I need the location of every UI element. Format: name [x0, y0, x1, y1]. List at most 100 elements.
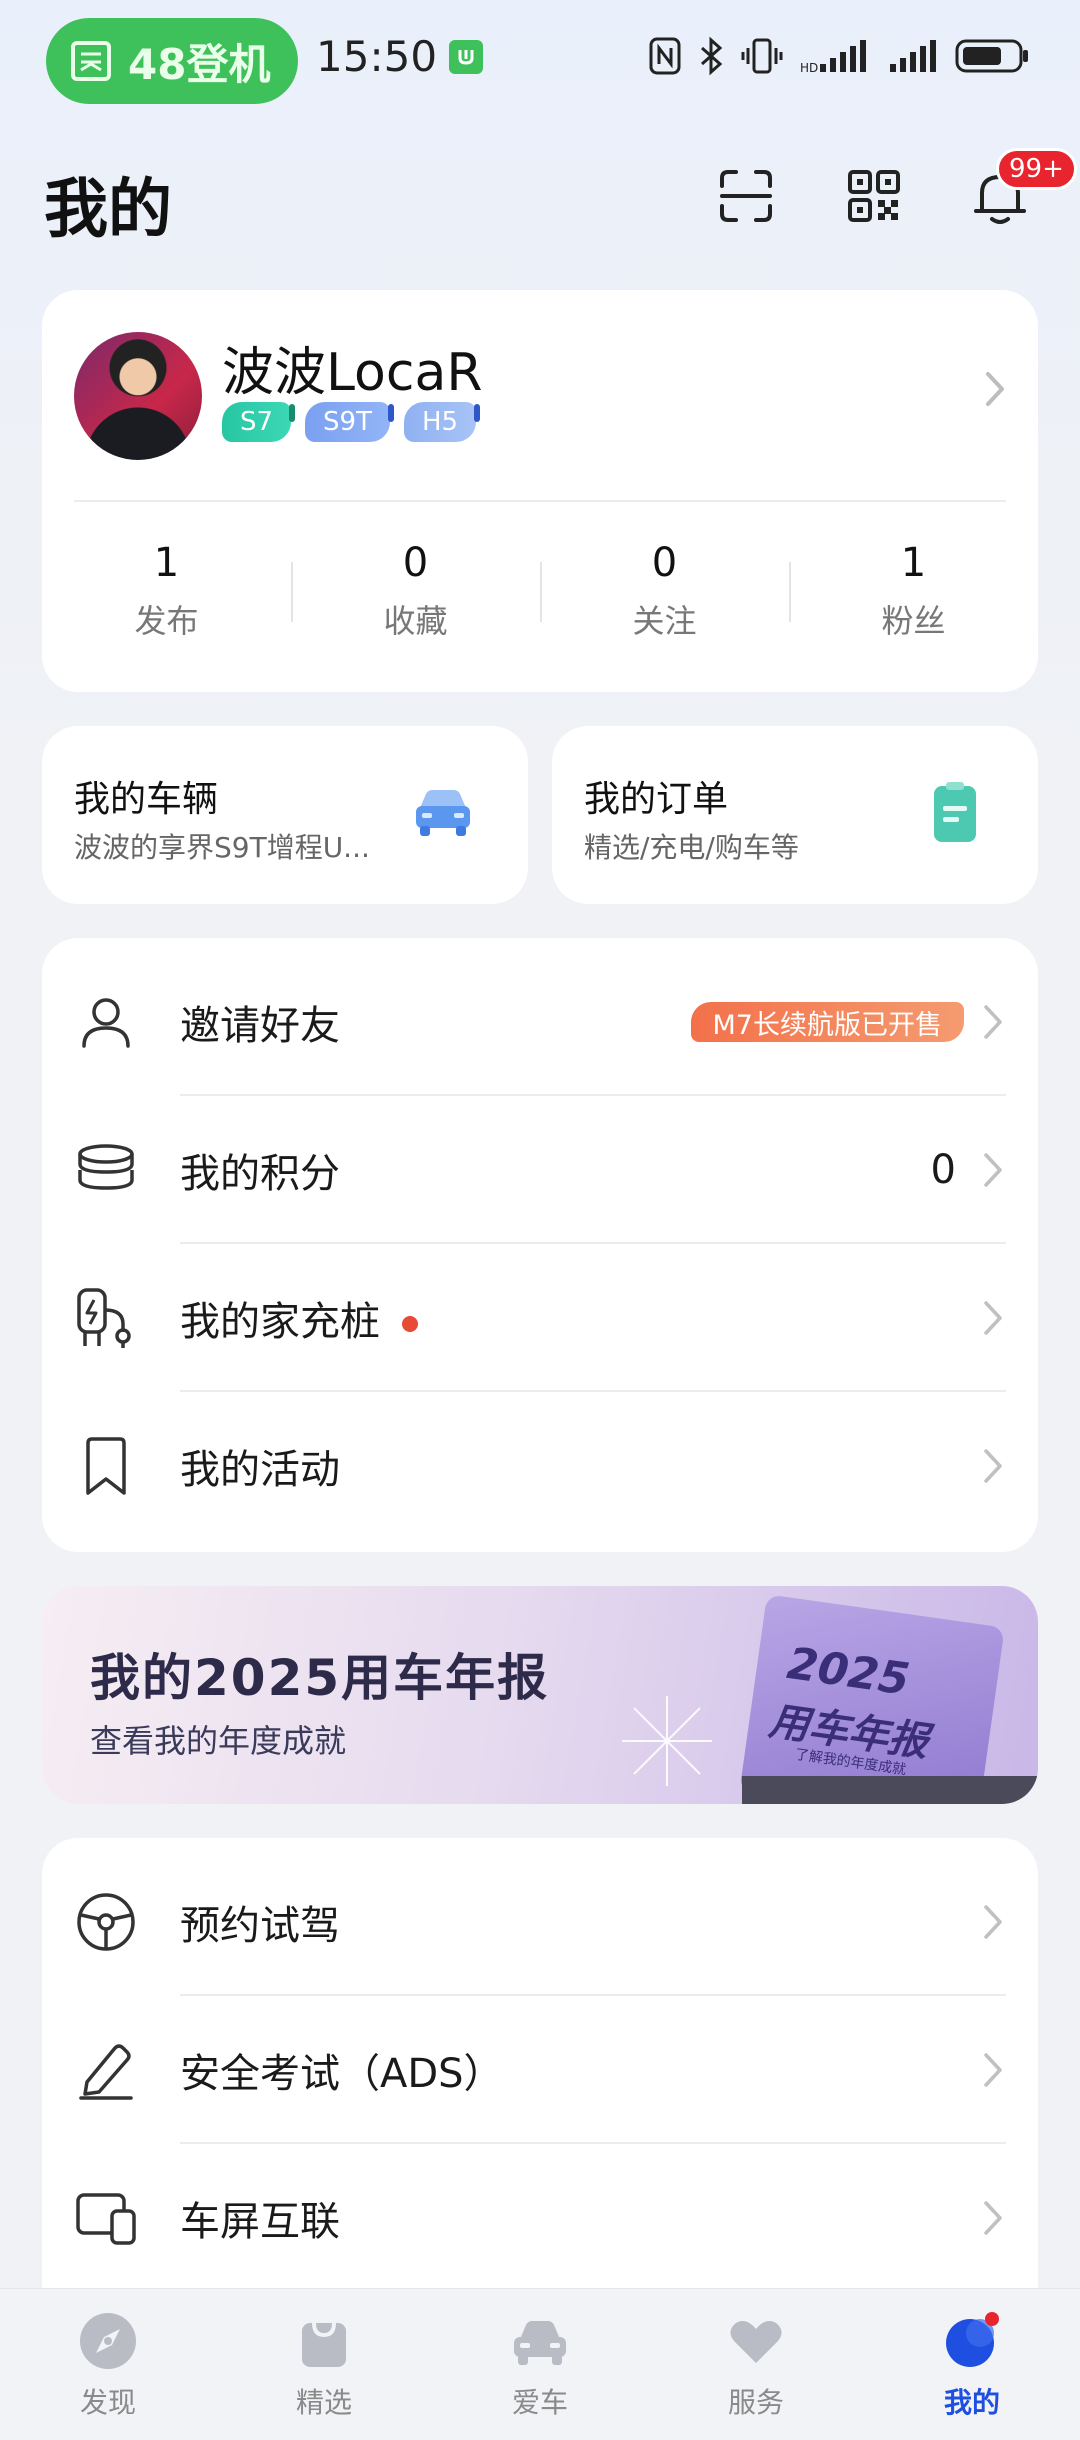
status-icons: HD [648, 36, 1030, 76]
stat-label: 发布 [134, 602, 199, 640]
heart-hands-icon [730, 2321, 782, 2363]
my-vehicles-subtitle: 波波的享界S9T增程U... [74, 831, 370, 864]
page-title: 我的 [44, 173, 172, 247]
safety-exam-label: 安全考试（ADS） [180, 2051, 504, 2097]
my-points-label: 我的积分 [180, 1151, 340, 1197]
test-drive-label: 预约试驾 [180, 1903, 340, 1949]
car-nav-icon [514, 2321, 566, 2365]
chevron-right-icon [984, 1153, 1002, 1187]
pencil-icon [74, 2038, 138, 2102]
menu-card-secondary: 预约试驾 安全考试（ADS） 车屏互联 [42, 1838, 1038, 2338]
clock: 15:50 [316, 32, 438, 81]
home-charger-text: 我的家充桩 [180, 1299, 380, 1345]
scan-icon [720, 170, 772, 222]
stat-value: 0 [402, 540, 429, 586]
nfc-icon [649, 37, 681, 75]
profile-nav-icon [946, 2312, 999, 2367]
menu-card-main: 邀请好友 M7长续航版已开售 我的积分 0 我的家充桩 我的活动 [42, 938, 1038, 1552]
safety-exam-row[interactable]: 安全考试（ADS） [42, 1996, 1038, 2144]
annual-report-banner[interactable]: 我的2025用车年报 查看我的年度成就 2025 用车年报 了解我的年度成就 [42, 1586, 1038, 1804]
my-vehicles-card[interactable]: 我的车辆 波波的享界S9T增程U... [42, 726, 528, 904]
vibrate-icon [741, 38, 783, 74]
new-indicator-dot [402, 1316, 418, 1332]
avatar[interactable] [74, 332, 202, 460]
stat-value: 1 [153, 540, 180, 586]
screen-link-label: 车屏互联 [180, 2199, 340, 2245]
bookmark-icon [74, 1434, 138, 1498]
chevron-right-icon [984, 1905, 1002, 1939]
my-orders-subtitle: 精选/充电/购车等 [584, 831, 799, 864]
status-time-group: 15:50 [316, 32, 484, 81]
chevron-right-icon [984, 1301, 1002, 1335]
promo-text: M7长续航版已开售 [712, 1009, 942, 1041]
charger-icon [74, 1286, 138, 1350]
stat-label: 收藏 [383, 602, 448, 640]
home-charger-row[interactable]: 我的家充桩 [42, 1244, 1038, 1392]
annual-report-card-art: 2025 用车年报 了解我的年度成就 [739, 1594, 1005, 1804]
divider [74, 500, 1006, 502]
my-vehicles-title: 我的车辆 [74, 779, 219, 820]
status-pill-text: 48登机 [128, 39, 271, 89]
promo-badge: M7长续航版已开售 [690, 1002, 964, 1042]
nav-label: 服务 [727, 2386, 784, 2419]
nav-featured[interactable]: 精选 [216, 2289, 432, 2440]
profile-chevron-icon [982, 368, 1008, 414]
stat-label: 关注 [632, 602, 697, 640]
laptop-decoration [742, 1776, 1038, 1804]
stat-posts[interactable]: 1 发布 [42, 540, 291, 642]
stat-followers[interactable]: 1 粉丝 [789, 540, 1038, 642]
my-points-row[interactable]: 我的积分 0 [42, 1096, 1038, 1244]
profile-card[interactable]: 波波LocaR S7 S9T H5 1 发布 0 收藏 0 关注 1 粉丝 [42, 290, 1038, 692]
discover-icon [80, 2313, 136, 2369]
profile-stats: 1 发布 0 收藏 0 关注 1 粉丝 [42, 540, 1038, 642]
my-activities-label: 我的活动 [180, 1447, 340, 1493]
banner-title: 我的2025用车年报 [90, 1649, 550, 1707]
my-orders-title: 我的订单 [584, 779, 729, 820]
home-charger-label: 我的家充桩 [180, 1289, 418, 1347]
firework-icon [622, 1696, 712, 1786]
points-value: 0 [930, 1147, 956, 1193]
invite-friends-label: 邀请好友 [180, 1003, 340, 1049]
notification-badge: 99+ [996, 148, 1077, 190]
stat-value: 1 [900, 540, 927, 586]
chevron-right-icon [984, 2201, 1002, 2235]
svg-text:HD: HD [800, 61, 818, 74]
shopping-bag-icon [302, 2322, 346, 2367]
my-activities-row[interactable]: 我的活动 [42, 1392, 1038, 1540]
invite-friends-row[interactable]: 邀请好友 M7长续航版已开售 [42, 948, 1038, 1096]
status-pill[interactable]: 48登机 [46, 18, 298, 104]
nav-label: 精选 [295, 2386, 352, 2419]
qr-code-button[interactable] [838, 160, 910, 232]
chevron-right-icon [984, 2053, 1002, 2087]
signal-1-icon: HD [800, 40, 866, 74]
scan-button[interactable] [710, 160, 782, 232]
stat-following[interactable]: 0 关注 [540, 540, 789, 642]
stat-label: 粉丝 [881, 602, 946, 640]
vehicle-tag: H5 [403, 402, 481, 442]
stat-favorites[interactable]: 0 收藏 [291, 540, 540, 642]
vehicle-tags: S7 S9T H5 [222, 402, 481, 442]
clipboard-icon [934, 782, 976, 842]
coins-icon [74, 1138, 138, 1202]
screen-link-row[interactable]: 车屏互联 [42, 2144, 1038, 2292]
nav-discover[interactable]: 发现 [0, 2289, 216, 2440]
steering-wheel-icon [74, 1890, 138, 1954]
chevron-right-icon [984, 1449, 1002, 1483]
car-icon [416, 790, 470, 836]
vehicle-tag: S9T [305, 402, 394, 442]
nav-my-car[interactable]: 爱车 [432, 2289, 648, 2440]
nav-service[interactable]: 服务 [648, 2289, 864, 2440]
vehicle-tag: S7 [222, 402, 296, 442]
username: 波波LocaR [222, 343, 483, 403]
multi-device-icon [74, 2186, 138, 2250]
test-drive-row[interactable]: 预约试驾 [42, 1848, 1038, 1996]
bluetooth-icon [701, 36, 723, 76]
banner-subtitle: 查看我的年度成就 [90, 1722, 347, 1760]
qr-code-icon [848, 170, 900, 222]
nav-label: 发现 [79, 2386, 136, 2419]
nav-mine[interactable]: 我的 [864, 2289, 1080, 2440]
signal-2-icon [890, 40, 936, 72]
my-orders-card[interactable]: 我的订单 精选/充电/购车等 [552, 726, 1038, 904]
app-notification-icon [449, 39, 484, 74]
stat-value: 0 [651, 540, 678, 586]
